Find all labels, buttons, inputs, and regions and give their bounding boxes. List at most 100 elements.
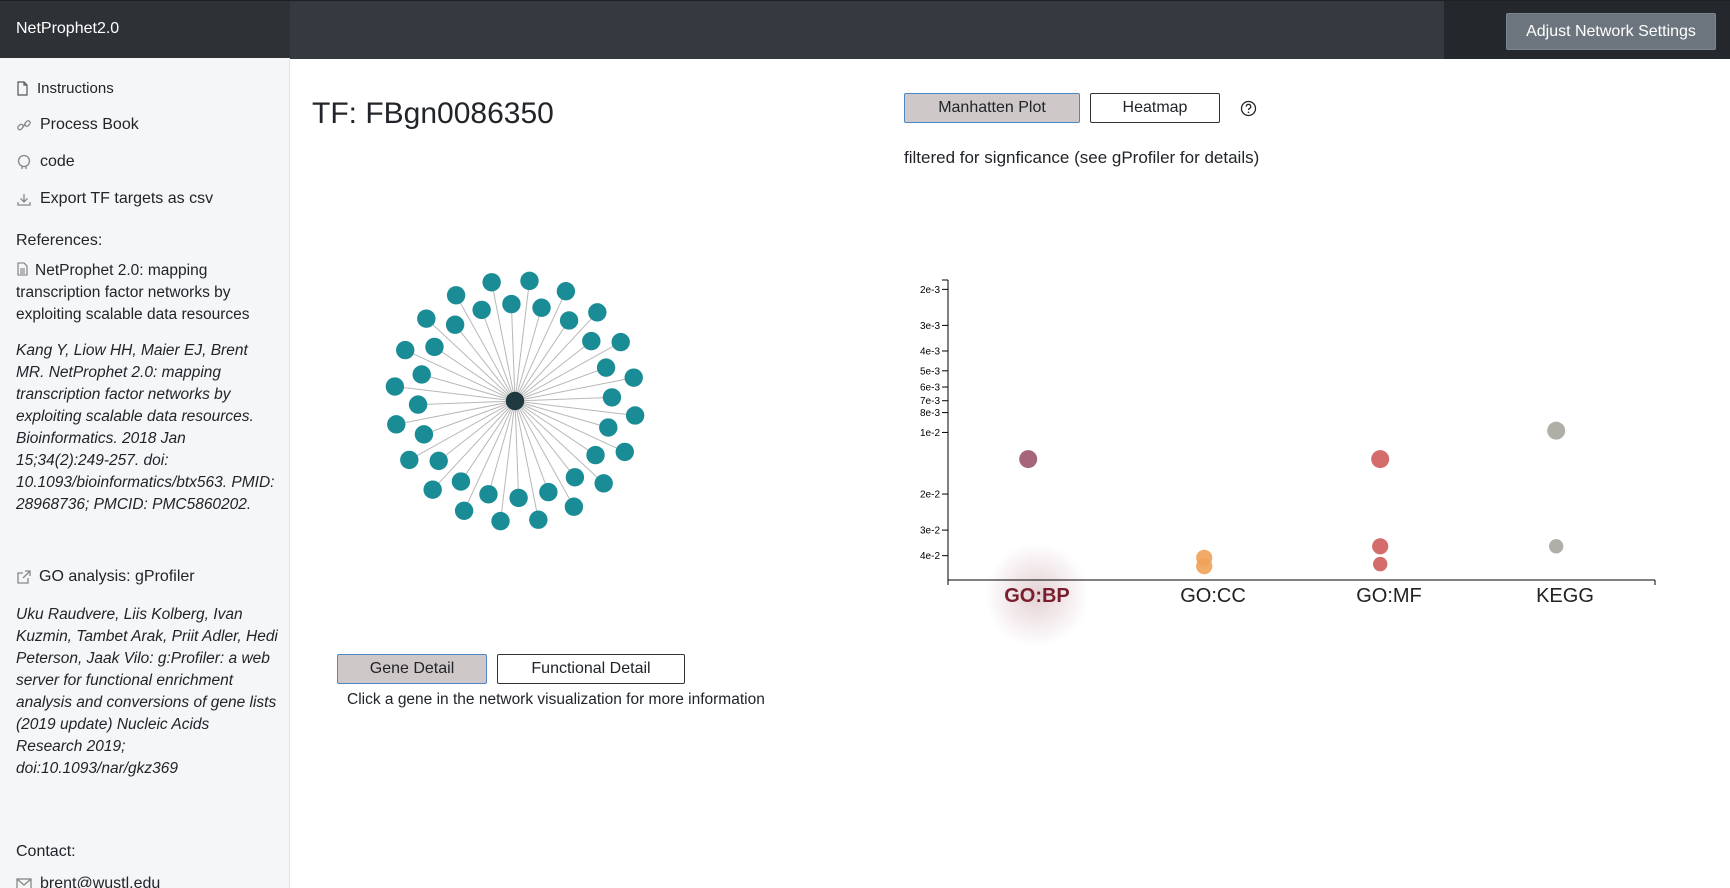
y-tick-label: 7e-3 [920,396,940,407]
contact-email-link[interactable]: brent@wustl.edu [16,875,160,888]
gene-node[interactable] [423,480,442,499]
gene-node[interactable] [596,358,616,377]
y-tick-label: 2e-2 [920,490,940,501]
gene-node[interactable] [615,442,634,462]
gene-node[interactable] [564,497,584,516]
document-icon [17,262,28,276]
gene-node[interactable] [412,365,431,384]
gene-node[interactable] [529,510,548,529]
top-navbar: NetProphet2.0 Adjust Network Settings [0,0,1730,59]
gene-node[interactable] [445,315,465,334]
paper-title-link[interactable]: NetProphet 2.0: mapping transcription fa… [16,260,278,326]
gene-node[interactable] [520,271,539,291]
gene-node[interactable] [582,331,601,351]
y-tick-label: 5e-3 [920,366,940,377]
go-analysis-link[interactable]: GO analysis: gProfiler [16,568,195,586]
tab-manhattan-plot[interactable]: Manhatten Plot [904,93,1080,123]
y-tick-label: 4e-3 [920,346,940,357]
sidebar-item-label: Export TF targets as csv [40,190,214,207]
y-tick-label: 8e-3 [920,408,940,419]
gene-node[interactable] [446,286,466,305]
sidebar-item-label: Process Book [40,116,139,133]
category-label[interactable]: GO:MF [1356,585,1422,607]
external-link-icon [17,569,31,584]
adjust-network-settings-button[interactable]: Adjust Network Settings [1506,13,1716,50]
gene-node[interactable] [532,298,551,317]
y-tick-label: 4e-2 [920,551,940,562]
y-tick-label: 1e-2 [920,428,940,439]
y-tick-label: 2e-3 [920,285,940,296]
network-edge [438,400,516,462]
gene-node[interactable] [611,332,630,352]
gene-node[interactable] [451,472,471,491]
category-label[interactable]: GO:CC [1180,585,1246,607]
tab-heatmap[interactable]: Heatmap [1090,93,1220,123]
network-edge [514,400,576,478]
gene-detail-hint: Click a gene in the network visualizatio… [347,691,765,708]
brand-box: NetProphet2.0 [0,1,290,59]
gene-node[interactable] [396,340,415,360]
gene-node[interactable] [602,388,622,407]
gene-node[interactable] [454,501,474,520]
tf-node[interactable] [505,391,525,411]
contact-heading: Contact: [16,843,76,860]
category-label[interactable]: GO:BP [1004,585,1070,607]
y-tick-label: 3e-2 [920,526,940,537]
term-point[interactable] [1371,450,1390,469]
sidebar-item-process-book[interactable]: Process Book [16,116,139,134]
tab-gene-detail[interactable]: Gene Detail [337,654,487,684]
brand-title[interactable]: NetProphet2.0 [16,20,119,38]
gene-node[interactable] [565,468,585,487]
gene-node[interactable] [425,337,444,357]
gene-node[interactable] [417,309,436,328]
term-point[interactable] [1549,539,1564,554]
gene-node[interactable] [625,406,645,425]
filter-note: filtered for signficance (see gProfiler … [904,148,1260,167]
sidebar-item-label: brent@wustl.edu [40,875,161,888]
term-point[interactable] [1547,421,1566,440]
tab-functional-detail[interactable]: Functional Detail [497,654,685,684]
download-icon [17,193,31,206]
gene-node[interactable] [414,425,434,444]
category-label[interactable]: KEGG [1536,585,1594,607]
gene-node[interactable] [400,450,419,470]
gene-node[interactable] [479,485,498,504]
network-visualization[interactable] [370,260,670,540]
term-point[interactable] [1372,538,1389,555]
gene-node[interactable] [387,415,406,434]
github-icon [17,154,31,169]
gene-node[interactable] [624,368,643,387]
gene-node[interactable] [594,474,613,493]
gene-node[interactable] [509,488,528,508]
gene-node[interactable] [539,482,558,502]
gene-node[interactable] [559,311,579,330]
paper-title: NetProphet 2.0: mapping transcription fa… [16,262,250,323]
term-point[interactable] [1019,450,1038,469]
sidebar-item-export[interactable]: Export TF targets as csv [16,190,213,208]
file-icon [17,81,28,96]
sidebar-item-code[interactable]: code [16,153,75,171]
gene-node[interactable] [408,395,428,414]
gene-node[interactable] [491,511,510,531]
sidebar-item-instructions[interactable]: Instructions [16,80,114,97]
gene-node[interactable] [599,418,618,437]
sidebar: Instructions Process Book code Export TF… [0,58,290,888]
gene-node[interactable] [502,294,521,314]
question-circle-icon[interactable] [1240,100,1257,117]
manhattan-plot: 2e-3 3e-3 4e-3 5e-3 6e-3 7e-38e-3 1e-2 2e-2 3e-2… [920,279,1656,647]
gene-node[interactable] [556,282,576,301]
gene-node[interactable] [586,445,605,465]
go-citation: Uku Raudvere, Liis Kolberg, Ivan Kuzmin,… [16,606,278,777]
sidebar-item-label: GO analysis: gProfiler [39,568,195,585]
gene-node[interactable] [588,303,607,322]
paper-citation: Kang Y, Liow HH, Maier EJ, Brent MR. Net… [16,342,275,513]
navbar-right: Adjust Network Settings [1444,1,1730,59]
term-point[interactable] [1196,558,1213,575]
y-tick-label: 3e-3 [920,321,940,332]
gene-node[interactable] [482,273,501,292]
gene-node[interactable] [429,451,448,471]
references-heading: References: [16,232,103,249]
gene-node[interactable] [385,377,405,396]
gene-node[interactable] [472,300,491,320]
term-point[interactable] [1373,556,1388,572]
